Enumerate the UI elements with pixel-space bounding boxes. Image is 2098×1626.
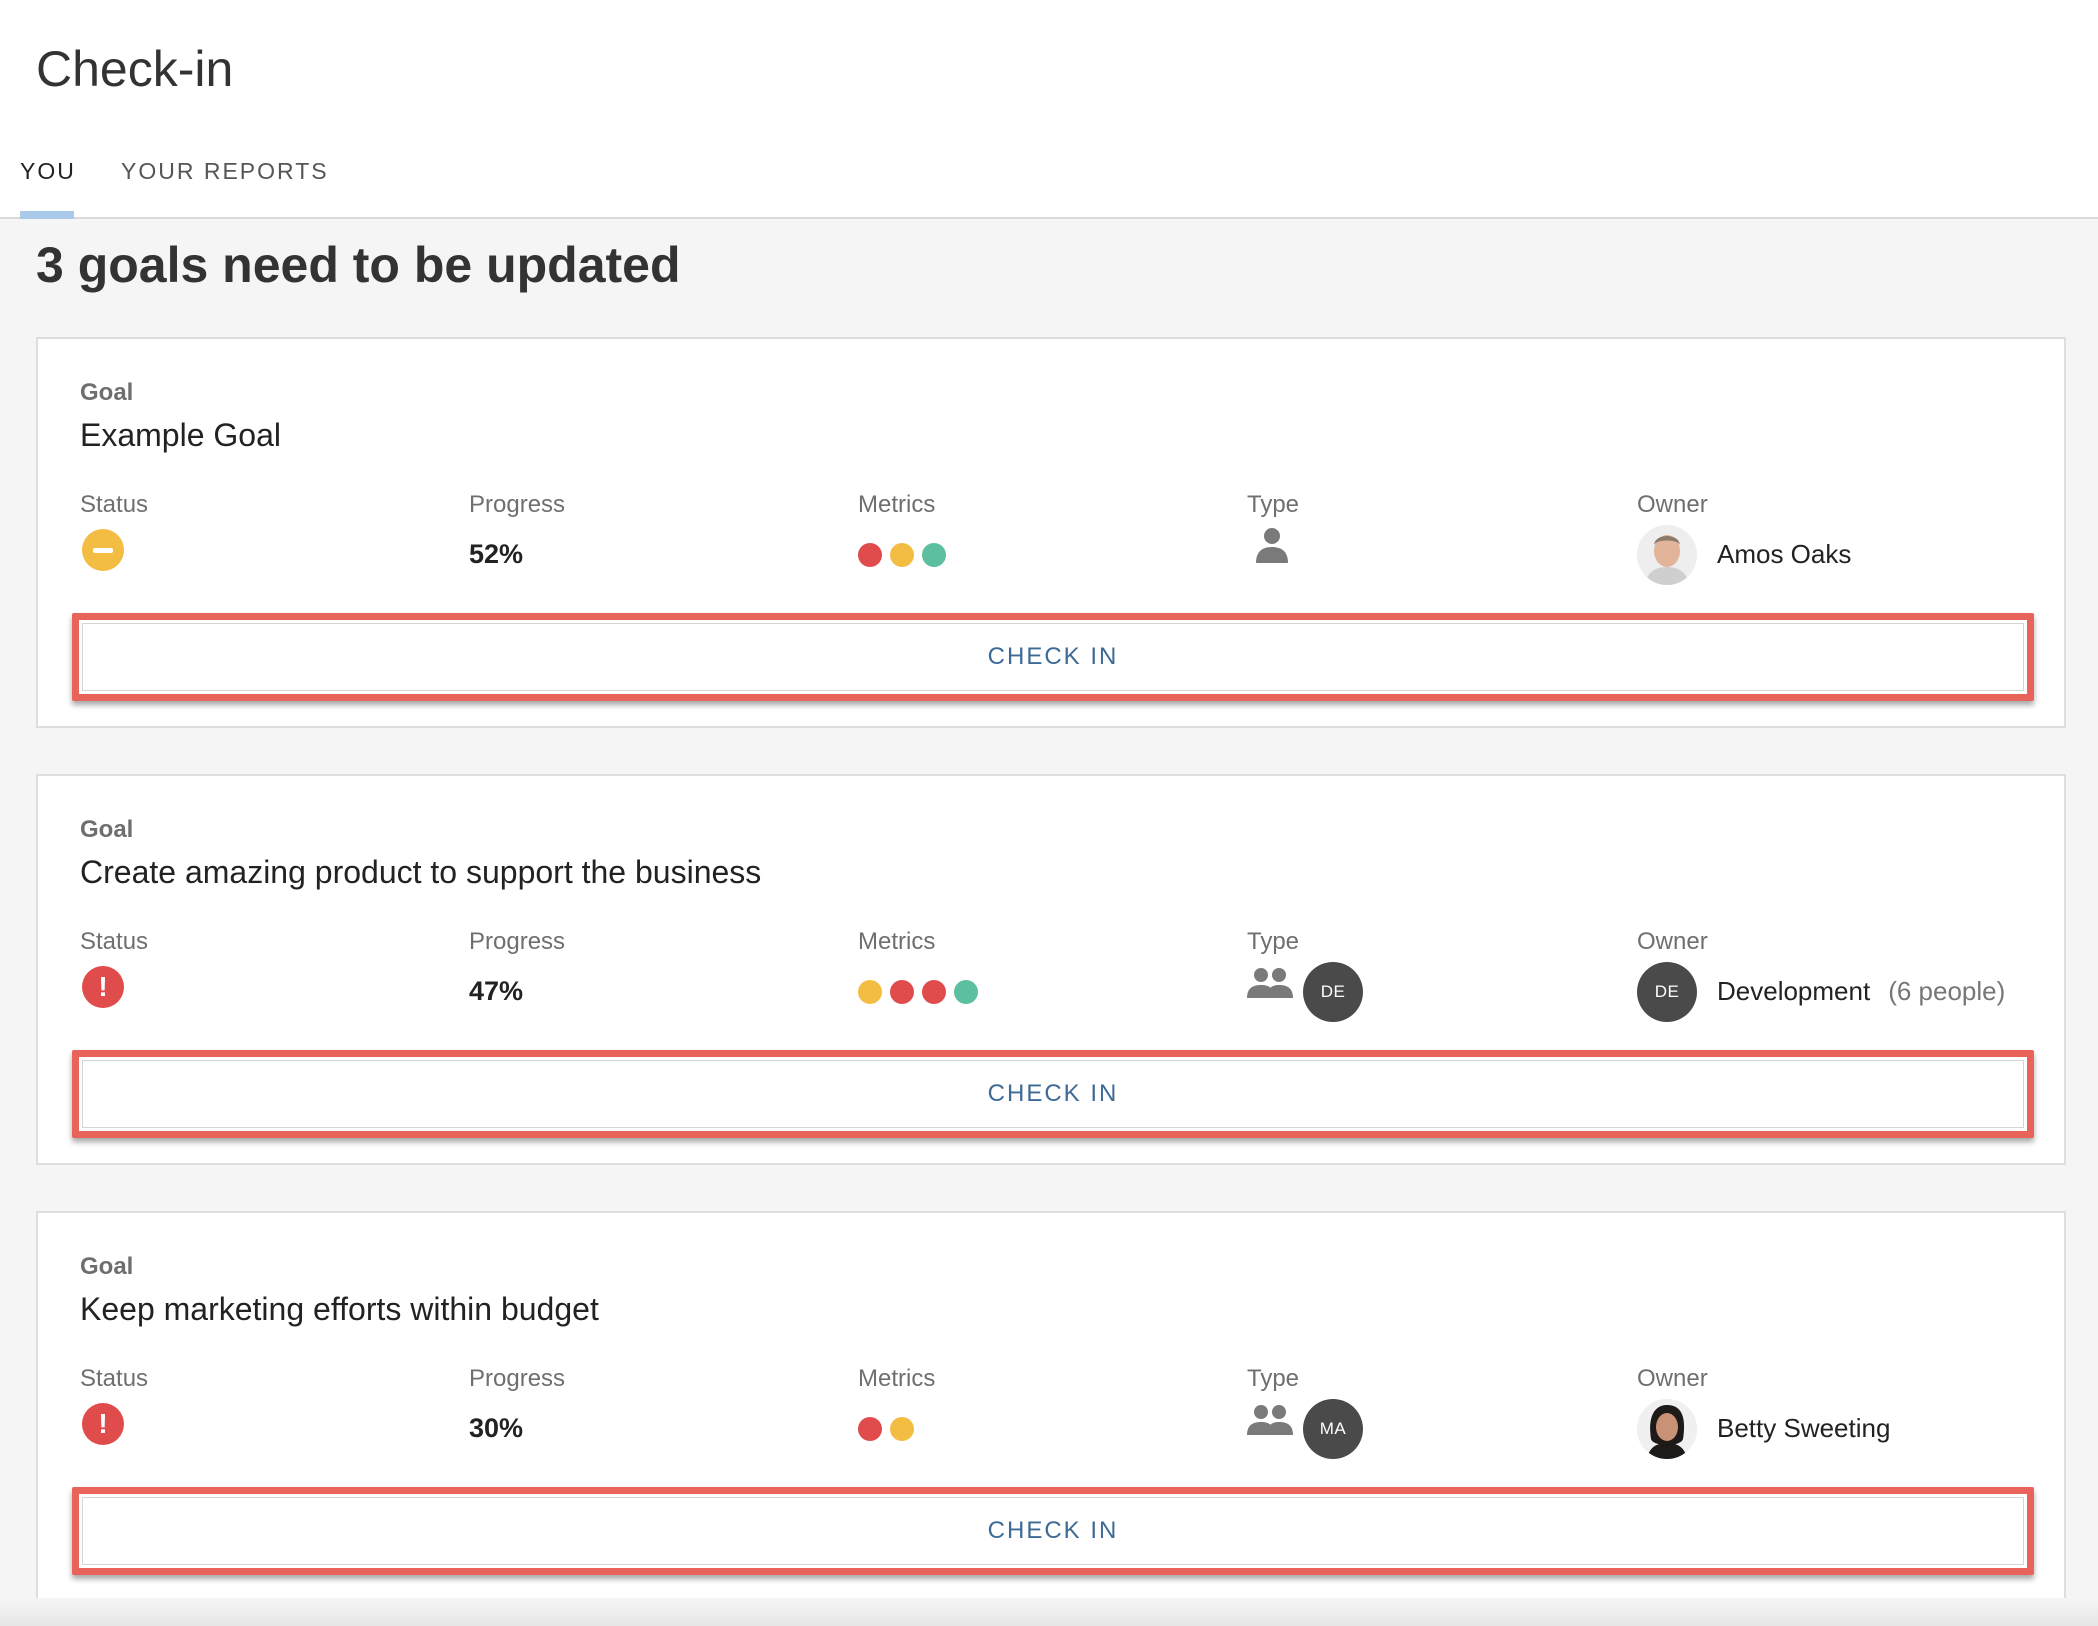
owner-name[interactable]: Development [1717,976,1870,1006]
goal-kicker: Goal [80,1253,134,1280]
exclamation-circle-icon: ! [82,1403,124,1445]
metrics-label: Metrics [858,491,936,518]
goal-card: Goal Keep marketing efforts within budge… [36,1211,2066,1602]
metric-dot-red [890,980,914,1004]
goal-card: Goal Create amazing product to support t… [36,774,2066,1165]
goal-kicker: Goal [80,816,134,843]
goal-kicker: Goal [80,379,134,406]
goals-headline: 3 goals need to be updated [36,237,681,293]
metrics-dots[interactable] [858,1417,914,1441]
metrics-column: Metrics [858,928,978,1004]
progress-column: Progress 30% [469,1365,566,1443]
check-in-highlight: CHECK IN [72,1487,2034,1575]
top-bar: Check-in YOU YOUR REPORTS [0,0,2098,219]
goal-card: Goal Example Goal Status Progress 52% Me… [36,337,2066,728]
owner-label: Owner [1637,928,1708,955]
person-icon [1255,527,1305,573]
owner-label: Owner [1637,1365,1708,1392]
goal-title[interactable]: Create amazing product to support the bu… [80,854,761,891]
check-in-highlight: CHECK IN [72,613,2034,701]
progress-value: 47% [469,976,524,1006]
owner-name[interactable]: Amos Oaks [1717,539,1851,569]
owner-avatar-photo[interactable] [1637,525,1697,585]
check-in-button[interactable]: CHECK IN [82,1497,2024,1565]
type-label: Type [1247,1365,1300,1392]
tab-you[interactable]: YOU [20,158,76,185]
metrics-column: Metrics [858,491,946,567]
progress-value: 30% [469,1413,524,1443]
owner-avatar-initials[interactable]: DE [1637,962,1697,1022]
check-in-button[interactable]: CHECK IN [82,623,2024,691]
owner-label: Owner [1637,491,1708,518]
type-column: Type [1247,491,1300,563]
status-column: Status [80,491,149,571]
type-column: Type MA [1247,1365,1363,1459]
type-column: Type DE [1247,928,1363,1022]
group-icon [1247,966,1297,1012]
tab-your-reports[interactable]: YOUR REPORTS [121,158,329,185]
metric-dot-green [954,980,978,1004]
check-in-button[interactable]: CHECK IN [82,1060,2024,1128]
exclamation-circle-icon: ! [82,966,124,1008]
goal-title[interactable]: Example Goal [80,417,281,454]
metric-dot-red [922,980,946,1004]
active-tab-indicator [20,211,74,219]
page-bottom-fade [0,1598,2098,1626]
metric-dot-yellow [890,543,914,567]
owner-avatar-photo[interactable] [1637,1399,1697,1459]
progress-label: Progress [469,491,566,518]
owner-column: Owner Betty Sweeting [1637,1365,1890,1459]
metric-dot-red [858,543,882,567]
metric-dot-yellow [890,1417,914,1441]
type-label: Type [1247,928,1300,955]
team-badge[interactable]: DE [1303,962,1363,1022]
progress-column: Progress 52% [469,491,566,569]
minus-circle-icon [82,529,124,571]
metrics-label: Metrics [858,928,936,955]
metrics-column: Metrics [858,1365,936,1441]
metrics-dots[interactable] [858,543,946,567]
progress-column: Progress 47% [469,928,566,1006]
owner-column: Owner Amos Oaks [1637,491,1851,585]
page-title: Check-in [36,41,234,97]
metric-dot-red [858,1417,882,1441]
metric-dot-yellow [858,980,882,1004]
goal-title[interactable]: Keep marketing efforts within budget [80,1291,599,1328]
status-column: Status ! [80,1365,149,1445]
owner-name[interactable]: Betty Sweeting [1717,1413,1890,1443]
status-label: Status [80,1365,149,1392]
group-icon [1247,1403,1297,1449]
owner-member-count: (6 people) [1888,976,2006,1006]
status-column: Status ! [80,928,149,1008]
progress-value: 52% [469,539,524,569]
owner-column: Owner DE Development (6 people) [1637,928,2005,1022]
progress-label: Progress [469,1365,566,1392]
metric-dot-green [922,543,946,567]
type-label: Type [1247,491,1300,518]
check-in-highlight: CHECK IN [72,1050,2034,1138]
team-badge[interactable]: MA [1303,1399,1363,1459]
status-label: Status [80,928,149,955]
progress-label: Progress [469,928,566,955]
metrics-label: Metrics [858,1365,936,1392]
status-label: Status [80,491,149,518]
metrics-dots[interactable] [858,980,978,1004]
